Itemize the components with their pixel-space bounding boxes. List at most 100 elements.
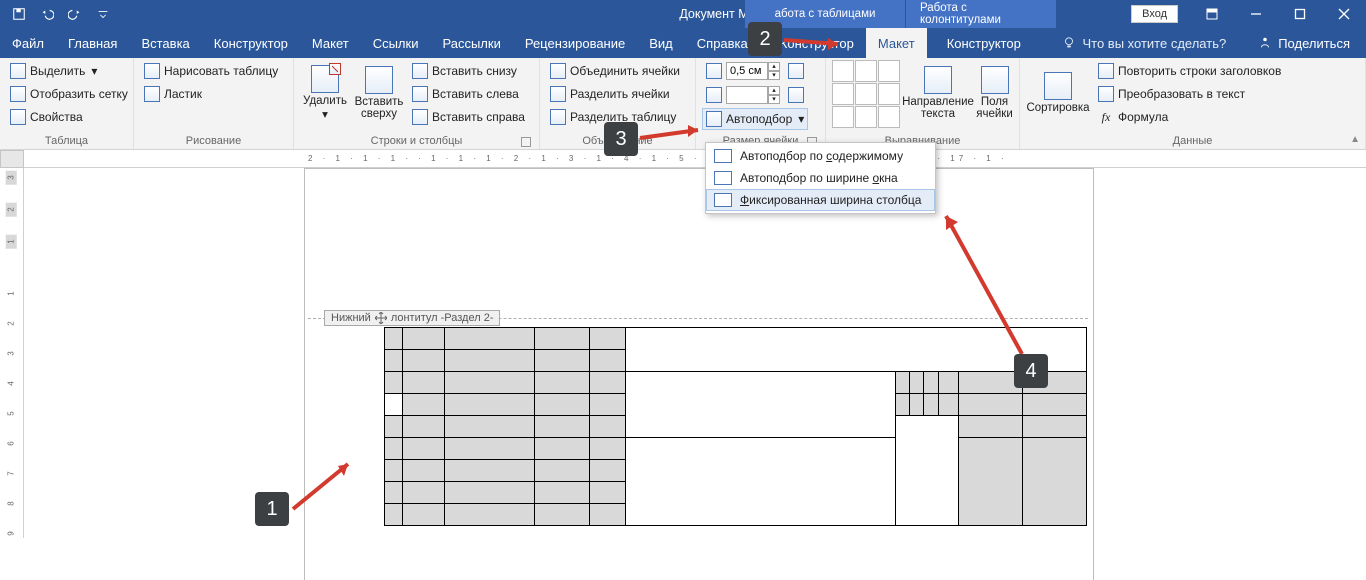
footer-flag-text-2: лонтитул -Раздел 2- (391, 312, 494, 324)
close-icon[interactable] (1322, 0, 1366, 28)
tab-file[interactable]: Файл (0, 28, 56, 58)
insert-below-icon (412, 63, 428, 79)
col-width-input[interactable] (726, 86, 768, 104)
ribbon-tabstrip: Файл Главная Вставка Конструктор Макет С… (0, 28, 1366, 58)
pencil-icon (144, 63, 160, 79)
tab-references[interactable]: Ссылки (361, 28, 431, 58)
tab-mailings[interactable]: Рассылки (430, 28, 512, 58)
tell-me-label: Что вы хотите сделать? (1082, 36, 1226, 51)
autofit-button[interactable]: Автоподбор▾ (702, 108, 808, 130)
horizontal-ruler[interactable]: 2 · 1 · 1 · 1 · · 1 · 1 · 1 · 2 · 1 · 3 … (24, 150, 1366, 168)
tab-header-design[interactable]: Конструктор (935, 28, 1033, 58)
insert-above-icon (365, 66, 393, 94)
fixed-width-item[interactable]: Фиксированная ширина столбца (706, 189, 935, 211)
sort-button[interactable]: Сортировка (1026, 60, 1090, 126)
share-button[interactable]: Поделиться (1242, 28, 1366, 58)
autofit-window-item[interactable]: Автоподбор по ширине окна (706, 167, 935, 189)
autofit-window-label: Автоподбор по ширине окна (740, 171, 898, 185)
merge-cells-button[interactable]: Объединить ячейки (546, 60, 684, 82)
insert-above-button[interactable]: Вставить сверху (354, 60, 404, 126)
convert-to-text-button[interactable]: Преобразовать в текст (1094, 83, 1285, 105)
formula-button[interactable]: fxФормула (1094, 106, 1285, 128)
split-cells-button[interactable]: Разделить ячейки (546, 83, 684, 105)
minimize-icon[interactable] (1234, 0, 1278, 28)
delete-table-icon (311, 65, 339, 93)
tab-layout[interactable]: Макет (300, 28, 361, 58)
col-width-icon (706, 87, 722, 103)
tab-design[interactable]: Конструктор (202, 28, 300, 58)
repeat-header-button[interactable]: Повторить строки заголовков (1094, 60, 1285, 82)
group-data: Сортировка Повторить строки заголовков П… (1020, 58, 1366, 149)
quick-access-toolbar (6, 2, 116, 26)
autofit-label: Автоподбор (726, 112, 792, 126)
footer-section-flag[interactable]: Нижний лонтитул -Раздел 2- (324, 310, 500, 326)
draw-table-button[interactable]: Нарисовать таблицу (140, 60, 282, 82)
signin-button[interactable]: Вход (1131, 5, 1178, 23)
fixed-width-label: Фиксированная ширина столбца (740, 193, 921, 207)
ribbon-display-icon[interactable] (1190, 0, 1234, 28)
vertical-ruler[interactable]: 321123456789 (0, 168, 24, 538)
tab-insert[interactable]: Вставка (129, 28, 201, 58)
share-icon (1258, 36, 1272, 50)
select-button[interactable]: Выделить▾ (6, 60, 132, 82)
arrow-4 (932, 204, 1032, 362)
footer-flag-text-1: Нижний (331, 312, 371, 324)
share-label: Поделиться (1278, 36, 1350, 51)
col-width-spinner[interactable]: ▴▾ (768, 86, 780, 104)
maximize-icon[interactable] (1278, 0, 1322, 28)
collapse-ribbon-icon[interactable]: ▲ (1350, 134, 1360, 145)
sort-label: Сортировка (1026, 102, 1089, 114)
autofit-contents-item[interactable]: Автоподбор по содержимому (706, 145, 935, 167)
insert-below-button[interactable]: Вставить снизу (408, 60, 529, 82)
gridlines-icon (10, 86, 26, 102)
fixed-width-icon (714, 193, 732, 207)
delete-label: Удалить (303, 95, 347, 107)
row-height-field[interactable]: ▴▾ (702, 60, 808, 82)
properties-button[interactable]: Свойства (6, 106, 132, 128)
cell-margins-button[interactable]: Поля ячейки (976, 60, 1013, 126)
tell-me-search[interactable]: Что вы хотите сделать? (1046, 28, 1242, 58)
delete-button[interactable]: Удалить▾ (300, 60, 350, 126)
distribute-rows-icon[interactable] (788, 63, 804, 79)
autofit-contents-icon (714, 149, 732, 163)
cell-margins-icon (981, 66, 1009, 94)
text-direction-icon (924, 66, 952, 94)
insert-right-button[interactable]: Вставить справа (408, 106, 529, 128)
group-table: Выделить▾ Отобразить сетку Свойства Табл… (0, 58, 134, 149)
move-icon (375, 312, 387, 324)
convert-text-icon (1098, 86, 1114, 102)
tab-view[interactable]: Вид (637, 28, 685, 58)
row-height-spinner[interactable]: ▴▾ (768, 62, 780, 80)
insert-below-label: Вставить снизу (432, 64, 517, 78)
group-data-label: Данные (1026, 134, 1359, 149)
distribute-cols-icon[interactable] (788, 87, 804, 103)
tab-review[interactable]: Рецензирование (513, 28, 637, 58)
redo-icon[interactable] (62, 2, 88, 26)
autofit-window-icon (714, 171, 732, 185)
view-gridlines-button[interactable]: Отобразить сетку (6, 83, 132, 105)
workspace: 321123456789 2 · 1 · 1 · 1 · · 1 · 1 · 1… (0, 150, 1366, 580)
insert-right-icon (412, 109, 428, 125)
document-canvas[interactable]: Нижний лонтитул -Раздел 2- (24, 168, 1366, 580)
row-height-icon (706, 63, 722, 79)
insert-left-button[interactable]: Вставить слева (408, 83, 529, 105)
merge-icon (550, 63, 566, 79)
contextual-tabs: абота с таблицами Работа с колонтитулами… (745, 0, 1366, 28)
formula-label: Формула (1118, 110, 1168, 124)
insert-left-label: Вставить слева (432, 87, 519, 101)
rows-cols-launcher-icon[interactable] (521, 137, 531, 147)
eraser-button[interactable]: Ластик (140, 83, 282, 105)
save-icon[interactable] (6, 2, 32, 26)
gridlines-label: Отобразить сетку (30, 87, 128, 101)
col-width-field[interactable]: ▴▾ (702, 84, 808, 106)
arrow-3 (638, 120, 714, 144)
qat-dropdown-icon[interactable] (90, 2, 116, 26)
tab-table-layout[interactable]: Макет (866, 28, 927, 58)
tab-home[interactable]: Главная (56, 28, 129, 58)
merge-cells-label: Объединить ячейки (570, 64, 680, 78)
row-height-input[interactable] (726, 62, 768, 80)
text-direction-button[interactable]: Направление текста (904, 60, 972, 126)
alignment-grid[interactable] (832, 60, 900, 128)
autofit-dropdown: Автоподбор по содержимому Автоподбор по … (705, 142, 936, 214)
undo-icon[interactable] (34, 2, 60, 26)
